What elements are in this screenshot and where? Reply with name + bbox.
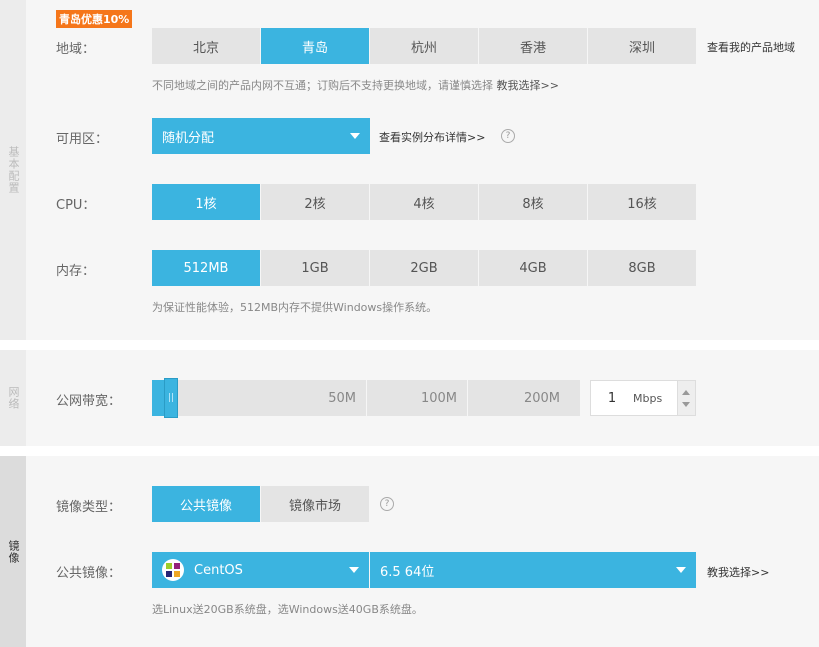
region-option-beijing[interactable]: 北京 (152, 28, 260, 64)
memory-label: 内存： (56, 264, 96, 279)
caret-down-icon (349, 567, 359, 573)
cpu-option-2[interactable]: 2核 (261, 184, 369, 220)
region-hint-text: 不同地域之间的产品内网不互通；订购后不支持更换地域，请谨慎选择 (152, 79, 493, 92)
public-image-label: 公共镜像： (56, 566, 122, 581)
image-type-option-market[interactable]: 镜像市场 (261, 486, 369, 522)
side-tab-network-label: 网络 (7, 386, 20, 410)
centos-logo-icon (162, 559, 184, 581)
bandwidth-spinner (678, 380, 696, 416)
cpu-option-4[interactable]: 4核 (370, 184, 478, 220)
question-circle-icon[interactable]: ? (501, 129, 515, 143)
side-tab-image-label: 镜像 (7, 539, 20, 564)
bandwidth-input[interactable]: 1 Mbps (590, 380, 678, 416)
slider-handle[interactable]: || (164, 378, 178, 418)
cpu-option-8[interactable]: 8核 (479, 184, 587, 220)
image-type-selector: 公共镜像 镜像市场 (152, 486, 370, 522)
caret-down-icon (350, 133, 360, 139)
cpu-selector: 1核 2核 4核 8核 16核 (152, 184, 697, 220)
image-help-link[interactable]: 教我选择>> (707, 564, 769, 580)
image-type-label: 镜像类型： (56, 500, 122, 515)
region-selector: 北京 青岛 杭州 香港 深圳 (152, 28, 697, 64)
os-value: CentOS (194, 562, 243, 578)
side-tab-image[interactable]: 镜像 (0, 456, 26, 647)
side-tab-basic-label: 基本配置 (7, 146, 20, 194)
region-option-hangzhou[interactable]: 杭州 (370, 28, 478, 64)
bandwidth-label: 公网带宽： (56, 394, 122, 409)
region-option-hongkong[interactable]: 香港 (479, 28, 587, 64)
slider-tick-100m: 100M (420, 390, 457, 406)
os-dropdown[interactable]: CentOS (152, 552, 369, 588)
promo-badge: 青岛优惠10% (56, 10, 133, 28)
region-label: 地域： (56, 42, 96, 57)
question-circle-icon[interactable]: ? (380, 497, 394, 511)
bandwidth-slider[interactable]: 50M 100M 200M || (152, 378, 580, 418)
side-tab-network[interactable]: 网络 (0, 350, 26, 446)
caret-down-icon (676, 567, 686, 573)
cpu-option-16[interactable]: 16核 (588, 184, 696, 220)
my-regions-link[interactable]: 查看我的产品地域 (707, 39, 795, 55)
cpu-option-1[interactable]: 1核 (152, 184, 260, 220)
image-type-option-public[interactable]: 公共镜像 (152, 486, 260, 522)
memory-hint: 为保证性能体验，512MB内存不提供Windows操作系统。 (152, 301, 438, 314)
spinner-up-icon[interactable] (682, 390, 690, 395)
zone-detail-link[interactable]: 查看实例分布详情>> (379, 129, 485, 145)
memory-option-512mb[interactable]: 512MB (152, 250, 260, 286)
version-dropdown[interactable]: 6.5 64位 (370, 552, 696, 588)
bandwidth-unit: Mbps (633, 391, 663, 405)
memory-option-4gb[interactable]: 4GB (479, 250, 587, 286)
region-hint: 不同地域之间的产品内网不互通；订购后不支持更换地域，请谨慎选择 教我选择>> (152, 77, 559, 93)
spinner-down-icon[interactable] (682, 402, 690, 407)
memory-option-1gb[interactable]: 1GB (261, 250, 369, 286)
memory-selector: 512MB 1GB 2GB 4GB 8GB (152, 250, 697, 286)
side-tab-basic[interactable]: 基本配置 (0, 0, 26, 340)
basic-config-section: 基本配置 青岛优惠10% 地域： 北京 青岛 杭州 香港 深圳 查看我的产品地域… (0, 0, 819, 340)
image-hint: 选Linux送20GB系统盘，选Windows送40GB系统盘。 (152, 603, 423, 616)
image-section: 镜像 镜像类型： 公共镜像 镜像市场 ? 公共镜像： CentOS 6.5 64… (0, 456, 819, 647)
slider-tick-50m: 50M (328, 390, 356, 406)
region-option-qingdao[interactable]: 青岛 (261, 28, 369, 64)
bandwidth-value: 1 (607, 390, 617, 406)
slider-tick-200m: 200M (523, 390, 560, 406)
memory-option-2gb[interactable]: 2GB (370, 250, 478, 286)
zone-dropdown[interactable]: 随机分配 (152, 118, 370, 154)
zone-value: 随机分配 (162, 130, 215, 146)
version-value: 6.5 64位 (380, 564, 435, 580)
zone-label: 可用区： (56, 132, 109, 147)
region-help-link[interactable]: 教我选择>> (497, 79, 559, 92)
memory-option-8gb[interactable]: 8GB (588, 250, 696, 286)
cpu-label: CPU： (56, 198, 96, 213)
region-option-shenzhen[interactable]: 深圳 (588, 28, 696, 64)
